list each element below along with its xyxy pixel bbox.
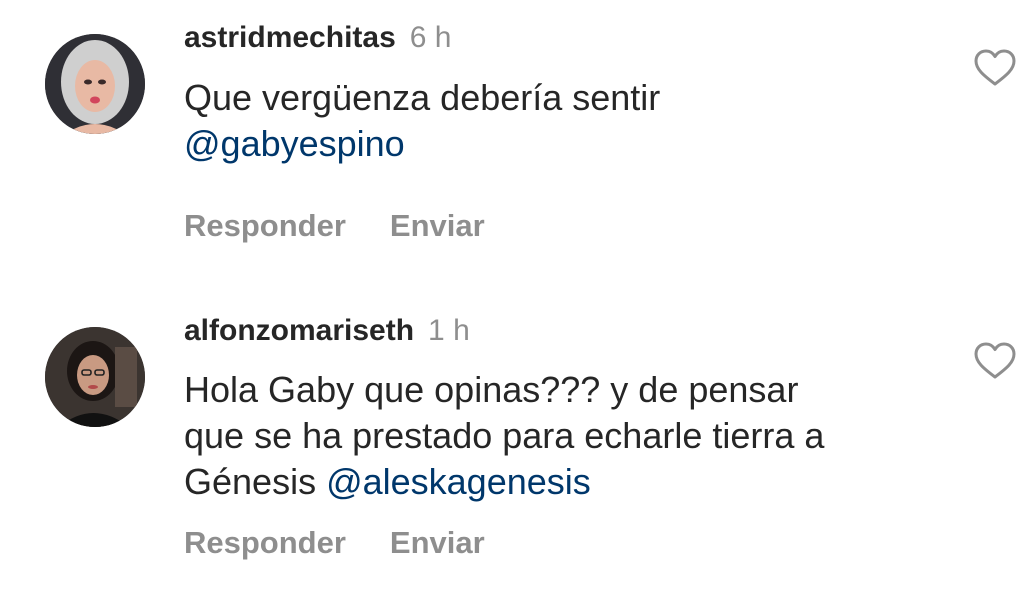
profile-photo xyxy=(45,327,145,427)
timestamp: 1 h xyxy=(428,314,470,347)
send-button[interactable]: Enviar xyxy=(390,208,485,243)
avatar[interactable] xyxy=(45,327,145,427)
timestamp: 6 h xyxy=(409,21,452,54)
reply-button[interactable]: Responder xyxy=(184,208,346,243)
comment-header: astridmechitas 6 h xyxy=(184,20,451,56)
comment-text-line: Hola Gaby que opinas??? y de pensar xyxy=(184,369,799,410)
avatar[interactable] xyxy=(45,34,145,134)
comment-text-line: Génesis @aleskagenesis xyxy=(184,459,944,505)
heart-outline-icon[interactable] xyxy=(973,48,1017,88)
comment-text-line: Que vergüenza debería sentir xyxy=(184,77,661,118)
comment-actions: Responder Enviar xyxy=(184,208,485,244)
send-button[interactable]: Enviar xyxy=(390,525,485,560)
comment-text: Que vergüenza debería sentir @gabyespino xyxy=(184,75,944,167)
comment-text-line: que se ha prestado para echarle tierra a xyxy=(184,415,825,456)
username-link[interactable]: alfonzomariseth xyxy=(184,314,414,347)
reply-button[interactable]: Responder xyxy=(184,525,346,560)
mention-link[interactable]: @aleskagenesis xyxy=(326,461,591,502)
username-link[interactable]: astridmechitas xyxy=(184,21,396,54)
comment-actions: Responder Enviar xyxy=(184,525,485,561)
heart-outline-icon[interactable] xyxy=(973,341,1017,381)
comment-header: alfonzomariseth 1 h xyxy=(184,313,470,349)
comment-text-fragment: Génesis xyxy=(184,461,327,502)
mention-link[interactable]: @gabyespino xyxy=(184,121,944,167)
comment-text: Hola Gaby que opinas??? y de pensar que … xyxy=(184,367,944,505)
profile-photo xyxy=(45,34,145,134)
